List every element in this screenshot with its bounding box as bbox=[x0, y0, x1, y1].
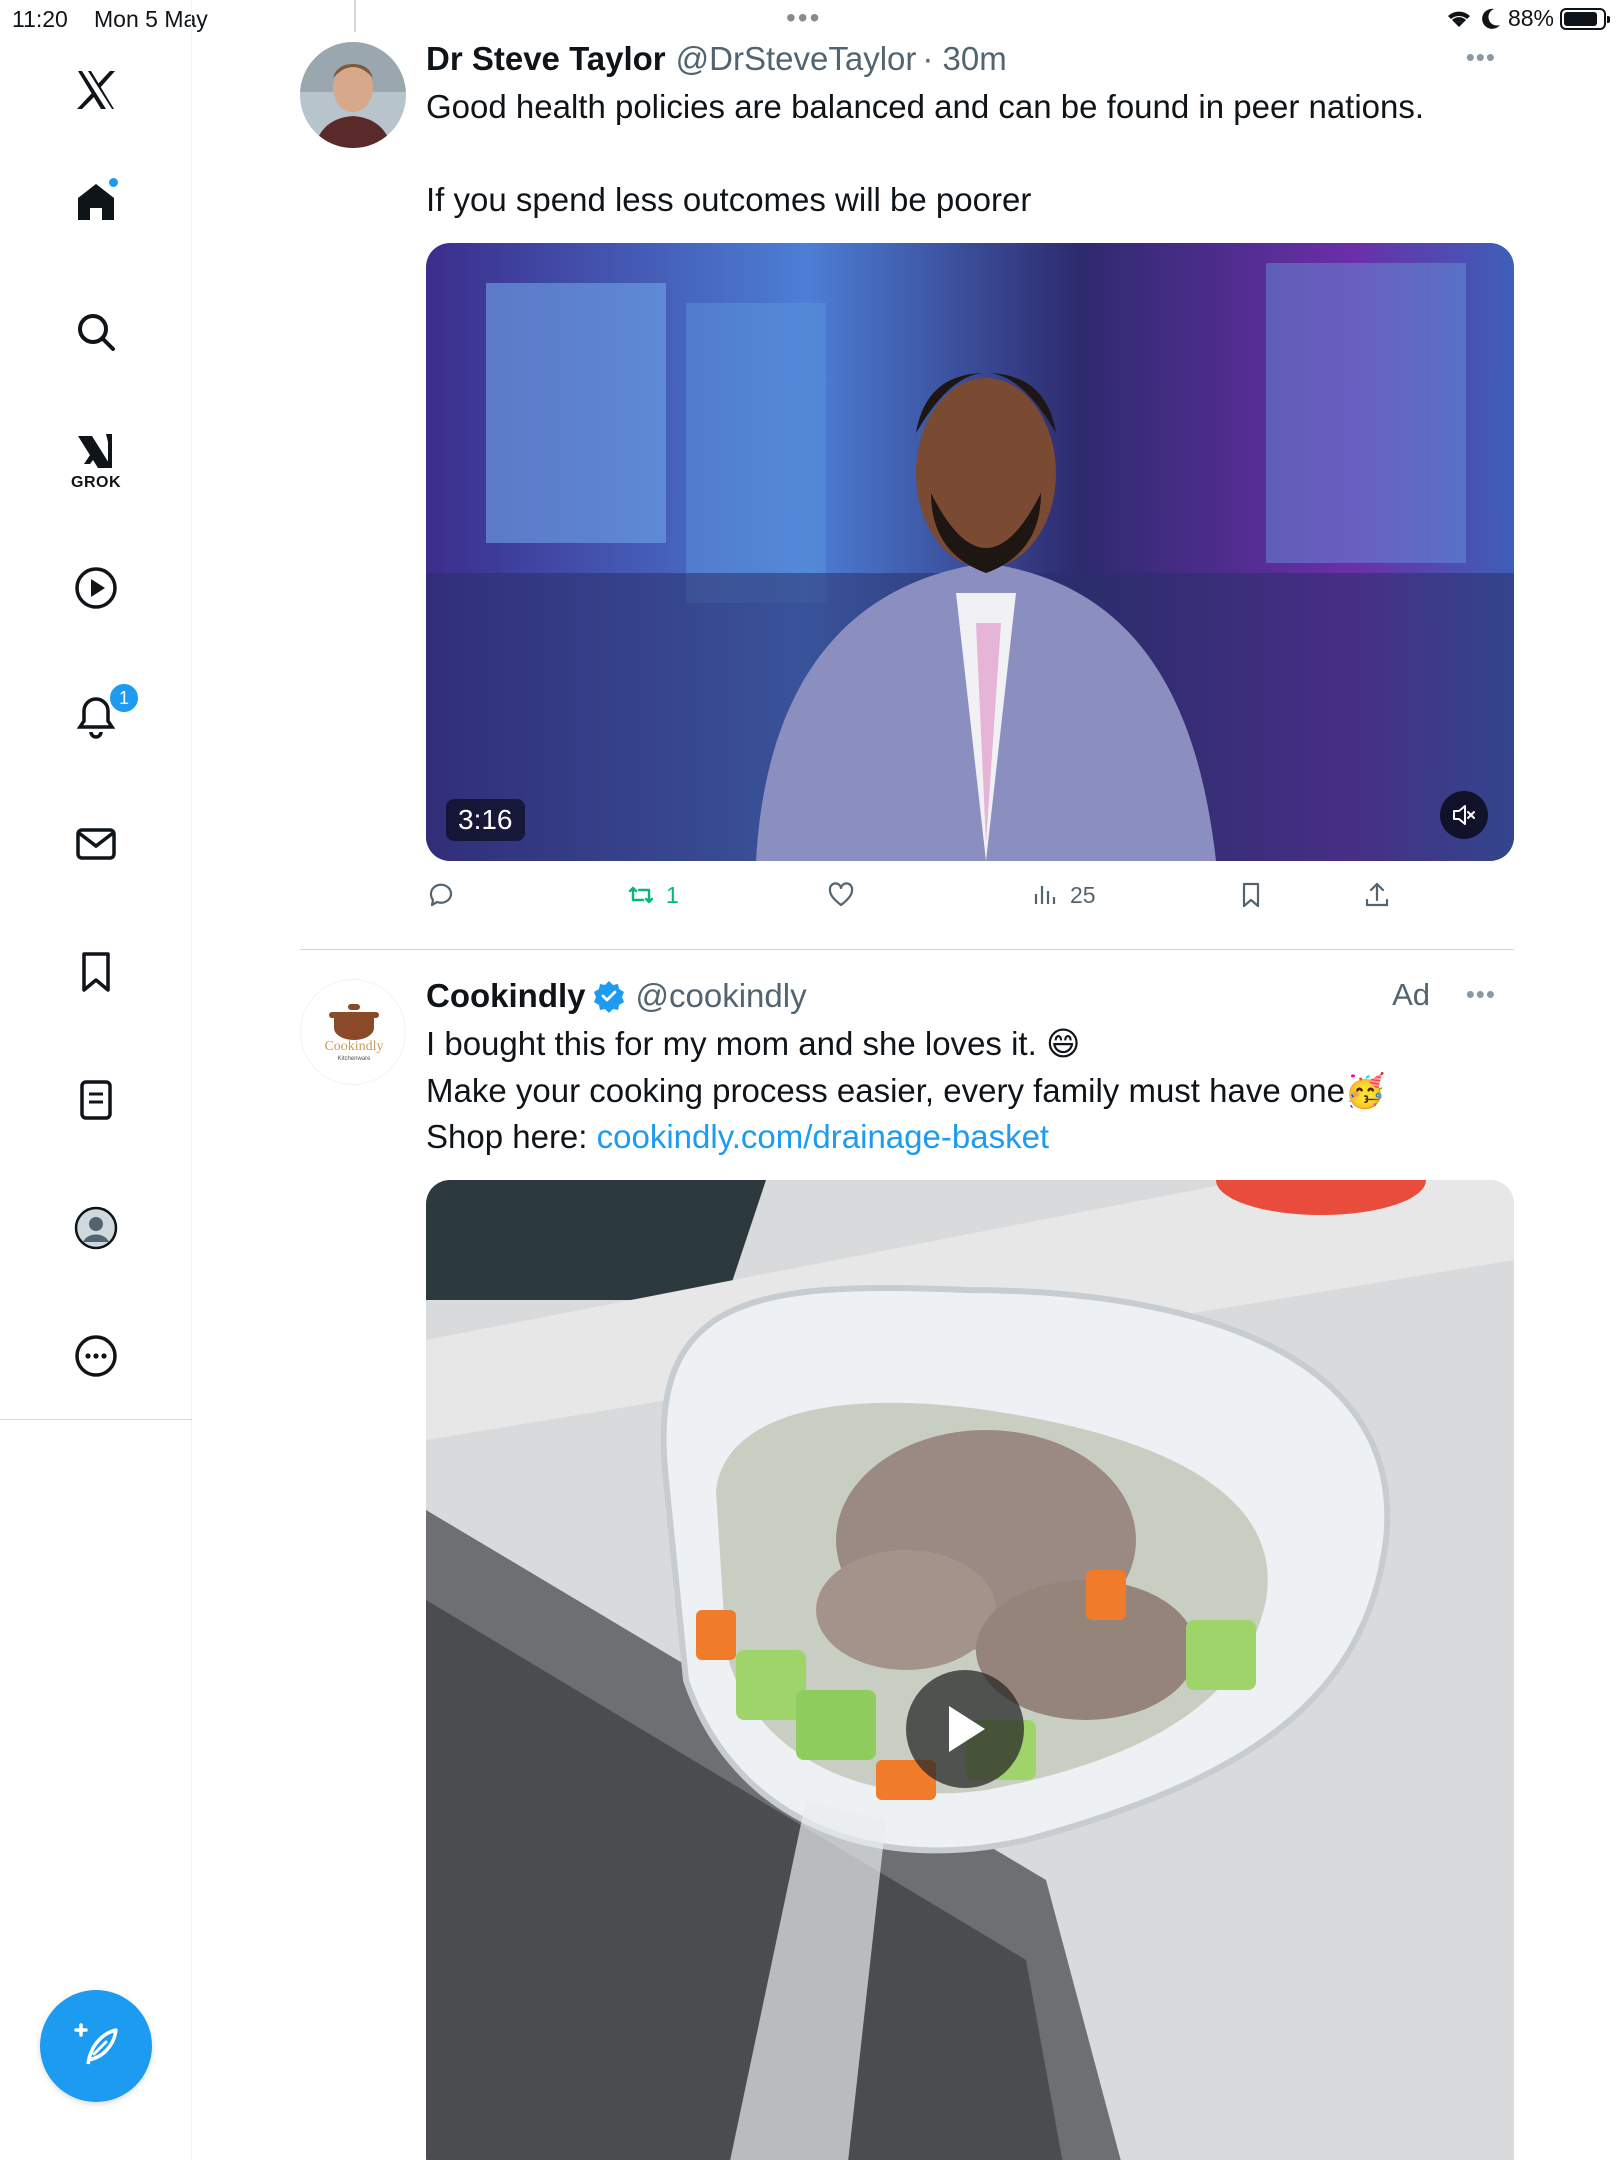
x-logo-icon[interactable] bbox=[66, 60, 126, 120]
heart-icon bbox=[828, 882, 854, 907]
shop-prefix: Shop here: bbox=[426, 1118, 597, 1155]
tweet-video[interactable]: 3:16 bbox=[426, 243, 1514, 861]
sidebar-item-lists[interactable] bbox=[66, 1070, 126, 1130]
status-bar: 11:20 Mon 5 May ••• 88% bbox=[0, 0, 1620, 40]
tweet-text-line: Good health policies are balanced and ca… bbox=[426, 88, 1425, 125]
advertiser-name[interactable]: Cookindly bbox=[426, 977, 586, 1015]
notifications-badge: 1 bbox=[108, 682, 140, 714]
play-button[interactable] bbox=[906, 1670, 1024, 1788]
author-handle[interactable]: @DrSteveTaylor bbox=[676, 40, 917, 78]
svg-text:Cookindly: Cookindly bbox=[324, 1039, 383, 1054]
bookmark-icon bbox=[82, 952, 110, 992]
tweet-text-line: If you spend less outcomes will be poore… bbox=[426, 181, 1032, 218]
advertiser-handle[interactable]: @cookindly bbox=[636, 977, 807, 1015]
bookmark-button[interactable] bbox=[1236, 880, 1266, 910]
home-unread-dot bbox=[107, 176, 120, 189]
ad-label: Ad bbox=[1392, 977, 1430, 1012]
tweet-actions: 1 25 bbox=[426, 880, 1426, 920]
video-duration: 3:16 bbox=[446, 799, 525, 841]
multitask-dots-icon[interactable]: ••• bbox=[786, 2, 821, 34]
profile-icon bbox=[74, 1206, 118, 1250]
compose-post-button[interactable] bbox=[40, 1990, 152, 2102]
retweet-count: 1 bbox=[666, 881, 679, 908]
video-thumbnail bbox=[426, 243, 1514, 861]
more-options-icon[interactable]: ••• bbox=[1466, 42, 1496, 73]
grok-label: GROK bbox=[71, 474, 121, 491]
author-name[interactable]: Dr Steve Taylor bbox=[426, 40, 666, 78]
sidebar-nav: GROK 1 bbox=[0, 0, 192, 2160]
cookindly-logo: Cookindly Kitchenware bbox=[301, 980, 405, 1084]
sidebar-item-grok[interactable]: GROK bbox=[66, 422, 126, 491]
speaker-muted-icon bbox=[1453, 805, 1475, 825]
sidebar-item-video[interactable] bbox=[66, 558, 126, 618]
sidebar-item-notifications[interactable]: 1 bbox=[66, 682, 140, 746]
ad-video[interactable] bbox=[426, 1180, 1514, 2160]
views-button[interactable]: 25 bbox=[1030, 880, 1096, 910]
bookmark-icon bbox=[1242, 882, 1260, 908]
post-time: · 30m bbox=[922, 40, 1007, 77]
tweet-card[interactable]: Dr Steve Taylor @DrSteveTaylor · 30m •••… bbox=[300, 40, 1514, 940]
views-chart-icon bbox=[1034, 886, 1056, 904]
advertiser-avatar[interactable]: Cookindly Kitchenware bbox=[300, 979, 406, 1085]
views-count: 25 bbox=[1070, 881, 1096, 908]
like-button[interactable] bbox=[826, 880, 856, 910]
tweet-divider bbox=[300, 949, 1514, 950]
grok-icon bbox=[78, 434, 112, 468]
sidebar-item-more[interactable] bbox=[66, 1326, 126, 1386]
shop-link[interactable]: cookindly.com/drainage-basket bbox=[597, 1118, 1049, 1155]
retweet-button[interactable]: 1 bbox=[626, 880, 679, 910]
reply-button[interactable] bbox=[426, 880, 456, 910]
play-circle-icon bbox=[75, 567, 117, 609]
battery-icon bbox=[1560, 7, 1610, 30]
verified-badge-icon bbox=[593, 981, 624, 1013]
play-icon bbox=[949, 1706, 985, 1752]
battery-percent: 88% bbox=[1507, 5, 1554, 31]
sidebar-item-search[interactable] bbox=[66, 302, 126, 362]
more-options-icon[interactable]: ••• bbox=[1466, 979, 1496, 1010]
author-avatar[interactable] bbox=[300, 42, 406, 148]
mail-icon bbox=[76, 828, 116, 860]
list-icon bbox=[80, 1080, 112, 1120]
reply-icon bbox=[429, 883, 453, 907]
tweet-text-line: I bought this for my mom and she loves i… bbox=[426, 1025, 1081, 1062]
promoted-tweet-card[interactable]: Cookindly Kitchenware Cookindly @cookind… bbox=[300, 977, 1514, 2160]
retweet-icon bbox=[628, 886, 654, 904]
tweet-text-line: Make your cooking process easier, every … bbox=[426, 1072, 1387, 1109]
tweet-text-line: Shop here: cookindly.com/drainage-basket bbox=[426, 1114, 1049, 1160]
mute-button[interactable] bbox=[1440, 791, 1488, 839]
sidebar-item-messages[interactable] bbox=[66, 814, 126, 874]
moon-icon bbox=[1482, 8, 1500, 29]
search-icon bbox=[78, 314, 115, 351]
compose-feather-icon bbox=[74, 2023, 118, 2065]
wifi-icon bbox=[1447, 11, 1470, 27]
svg-text:Kitchenware: Kitchenware bbox=[337, 1056, 371, 1062]
more-circle-icon bbox=[75, 1335, 117, 1377]
share-icon bbox=[1365, 882, 1389, 907]
share-button[interactable] bbox=[1362, 880, 1392, 910]
sidebar-item-home[interactable] bbox=[66, 172, 126, 232]
sidebar-item-bookmarks[interactable] bbox=[66, 942, 126, 1002]
sidebar-item-profile[interactable] bbox=[66, 1198, 126, 1258]
